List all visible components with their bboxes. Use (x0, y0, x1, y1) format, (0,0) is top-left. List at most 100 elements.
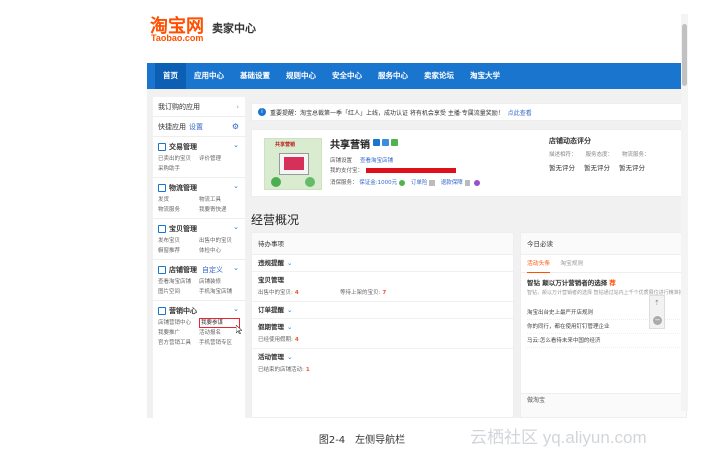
sidebar-group-title[interactable]: 交易管理 (169, 141, 197, 153)
sidebar-link-send-express[interactable]: 我要寄快递 (199, 205, 240, 215)
back-to-top-icon[interactable]: ⇡ (654, 299, 660, 307)
wangwang-icon[interactable] (391, 139, 398, 146)
todo-section-title[interactable]: 活动管理 (258, 353, 284, 361)
chevron-down-icon[interactable]: ⌄ (233, 305, 239, 313)
info-icon: i (258, 108, 266, 116)
sidebar-link-promote[interactable]: 我要推广 (158, 328, 199, 338)
sidebar-quick-apps: 快捷应用 设置 ⚙ (153, 117, 245, 137)
deposit-link[interactable]: 保证金:1000元 (359, 180, 397, 186)
sidebar-link-official-tools[interactable]: 官方营销工具 (158, 338, 199, 348)
refund-guarantee-link[interactable]: 退款保障 (441, 180, 463, 186)
header: 淘宝网 Taobao.com 卖家中心 (147, 0, 687, 60)
todo-count-on-sale[interactable]: 4 (295, 290, 299, 296)
nav-seller-forum[interactable]: 卖家论坛 (416, 63, 462, 89)
sidebar-link-publish[interactable]: 发布宝贝 (158, 236, 199, 246)
chevron-down-icon[interactable]: ⌄ (233, 141, 239, 149)
view-shop-link[interactable]: 查看淘宝店铺 (360, 158, 393, 164)
rating-title: 店铺动态评分 (549, 137, 591, 145)
sidebar-my-apps-label: 我订购的应用 (158, 103, 200, 111)
sidebar-link-activity-signup[interactable]: 活动报名 (199, 328, 240, 338)
sidebar-link-logistics-tools[interactable]: 物流工具 (199, 195, 240, 205)
sidebar-group-title[interactable]: 营销中心 (169, 305, 197, 317)
chevron-down-icon[interactable]: ⌄ (233, 182, 239, 190)
today-feature-item[interactable]: 智钻 颠以万计营销者的选择荐 智钻，颠以万计营销者的选择 智钻通过站内上千个优质… (521, 273, 686, 296)
gear-icon[interactable]: ⚙ (232, 117, 239, 137)
overview-title: 经营概况 (251, 213, 300, 227)
todo-section-title[interactable]: 假期管理 (258, 323, 284, 331)
sidebar-group-title[interactable]: 店铺管理 (169, 264, 197, 276)
chevron-down-icon[interactable]: ⌄ (287, 323, 292, 331)
quick-settings-link[interactable]: 设置 (189, 123, 203, 131)
feature-title: 智钻 颠以万计营销者的选择 (527, 279, 608, 287)
vertical-scrollbar[interactable] (681, 14, 688, 411)
today-tabs: 活动头条 淘宝规则 (521, 255, 686, 273)
shop-avatar-board (279, 153, 309, 175)
nav-basic-settings[interactable]: 基础设置 (232, 63, 278, 89)
sidebar-link-on-sale[interactable]: 出售中的宝贝 (199, 236, 240, 246)
chevron-down-icon[interactable]: ⌄ (287, 353, 292, 361)
content-area: 我订购的应用 › 快捷应用 设置 ⚙ 交易管理 ⌄ 已卖出的宝贝 评价管理 采购助… (147, 89, 687, 418)
rating-label-logistics: 物流服务： (622, 152, 650, 158)
redacted-account (366, 168, 457, 173)
todo-count-ended-activity[interactable]: 1 (306, 367, 310, 373)
order-insurance-link[interactable]: 订单险 (411, 180, 428, 186)
alipay-line: 我的支付宝： (330, 166, 457, 174)
nav-security-center[interactable]: 安全中心 (324, 63, 370, 89)
sidebar-link-sold-items[interactable]: 已卖出的宝贝 (158, 154, 199, 164)
todo-section-title[interactable]: 违规提醒 (258, 259, 284, 267)
collapse-icon[interactable]: − (653, 316, 662, 325)
sidebar-link-logistics-service[interactable]: 物流服务 (158, 205, 199, 215)
sidebar-link-advisor[interactable]: 我要参谋 (199, 318, 240, 328)
todo-count-vacation-used[interactable]: 4 (295, 337, 299, 343)
sidebar-link-mobile-shop[interactable]: 手机淘宝店铺 (199, 287, 240, 297)
left-sidebar: 我订购的应用 › 快捷应用 设置 ⚙ 交易管理 ⌄ 已卖出的宝贝 评价管理 采购助… (153, 97, 245, 418)
verified-icon (373, 139, 380, 146)
sidebar-link-ship[interactable]: 发货 (158, 195, 199, 205)
sidebar-link-marketing-center[interactable]: 店铺营销中心 (158, 318, 199, 328)
shop-icon (158, 266, 166, 274)
shop-badges (373, 139, 398, 146)
member-icon (382, 139, 389, 146)
chevron-right-icon: › (236, 103, 239, 111)
rating-label-description: 描述相符： (549, 152, 577, 158)
nav-rules-center[interactable]: 规则中心 (278, 63, 324, 89)
shop-settings-link[interactable]: 店铺设置 (330, 158, 352, 164)
nav-taobao-university[interactable]: 淘宝大学 (462, 63, 508, 89)
sidebar-link-review[interactable]: 评价管理 (199, 154, 240, 164)
nav-service-center[interactable]: 服务中心 (370, 63, 416, 89)
todo-label-pending: 等待上架的宝贝: (340, 290, 381, 296)
chevron-down-icon[interactable]: ⌄ (233, 264, 239, 272)
sidebar-link-decorate[interactable]: 店铺装修 (199, 277, 240, 287)
news-item[interactable]: 马云:怎么看待未来中国的经济 (527, 334, 680, 348)
todo-label-on-sale: 出售中的宝贝: (258, 290, 293, 296)
sidebar-link-purchase[interactable]: 采购助手 (158, 164, 199, 174)
chevron-down-icon[interactable]: ⌄ (287, 306, 292, 314)
alipay-label: 我的支付宝： (330, 168, 364, 174)
todo-section-items: 宝贝管理 出售中的宝贝: 4 等待上架的宝贝: 7 (252, 272, 513, 302)
sidebar-link-showcase[interactable]: 橱窗推荐 (158, 246, 199, 256)
sidebar-group-marketing: 营销中心 ⌄ 店铺营销中心 我要参谋 我要推广 活动报名 官方营销工具 手机营销… (153, 301, 245, 351)
question-icon[interactable] (474, 179, 481, 186)
todo-section-activity: 活动管理 ⌄ 已结束的店铺活动: 1 (252, 349, 513, 375)
shop-avatar[interactable]: 共享营销 (264, 138, 322, 190)
sidebar-link-image-space[interactable]: 图片空间 (158, 287, 199, 297)
tab-activity-headlines[interactable]: 活动头条 (527, 255, 551, 273)
consumer-protection-label: 消保服务： (330, 180, 358, 186)
notice-link[interactable]: 点此查看 (508, 108, 532, 117)
sidebar-link-view-shop[interactable]: 查看淘宝店铺 (158, 277, 199, 287)
chevron-down-icon[interactable]: ⌄ (233, 223, 239, 231)
sidebar-link-mobile-marketing[interactable]: 手机营销专区 (199, 338, 240, 348)
plant-icon (271, 177, 281, 187)
scrollbar-thumb[interactable] (682, 24, 687, 86)
sidebar-group-title[interactable]: 宝贝管理 (169, 223, 197, 235)
chevron-down-icon[interactable]: ⌄ (287, 259, 292, 267)
nav-home[interactable]: 首页 (155, 63, 186, 89)
nav-app-center[interactable]: 应用中心 (186, 63, 232, 89)
sidebar-link-checkup[interactable]: 体检中心 (199, 246, 240, 256)
todo-section-title[interactable]: 订单提醒 (258, 306, 284, 314)
todo-count-pending[interactable]: 7 (382, 290, 386, 296)
customize-link[interactable]: 自定义 (202, 264, 223, 276)
sidebar-my-apps[interactable]: 我订购的应用 › (153, 97, 245, 117)
sidebar-group-title[interactable]: 物流管理 (169, 182, 197, 194)
tab-taobao-rules[interactable]: 淘宝规则 (560, 255, 583, 273)
